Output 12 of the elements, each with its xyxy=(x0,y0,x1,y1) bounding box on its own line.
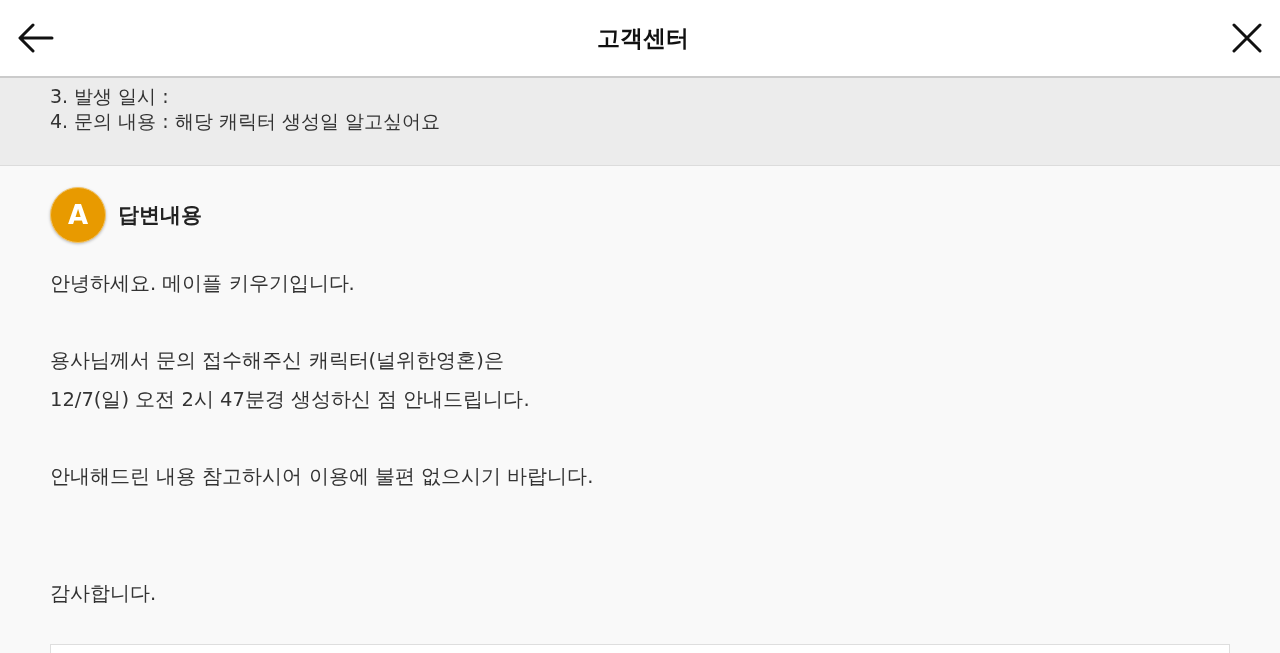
answer-badge: A xyxy=(50,187,106,243)
question-line: 3. 발생 일시 : xyxy=(50,84,169,109)
question-line: 4. 문의 내용 : 해당 캐릭터 생성일 알고싶어요 xyxy=(50,109,440,134)
answer-closing: 감사합니다. xyxy=(50,580,157,607)
close-icon xyxy=(1232,23,1262,53)
arrow-left-icon xyxy=(18,23,54,53)
page-title: 고객센터 xyxy=(597,23,689,53)
answer-text: 용사님께서 문의 접수해주신 캐릭터(널위한영혼)은 xyxy=(50,348,504,375)
answer-text: 안녕하세요. 메이플 키우기입니다. xyxy=(50,271,355,297)
answer-heading: 답변내용 xyxy=(118,202,202,229)
answer-text: 12/7(일) 오전 2시 47분경 생성하신 점 안내드립니다. xyxy=(50,387,530,414)
answer-text: 안내해드린 내용 참고하시어 이용에 불편 없으시기 바랍니다. xyxy=(50,464,594,491)
